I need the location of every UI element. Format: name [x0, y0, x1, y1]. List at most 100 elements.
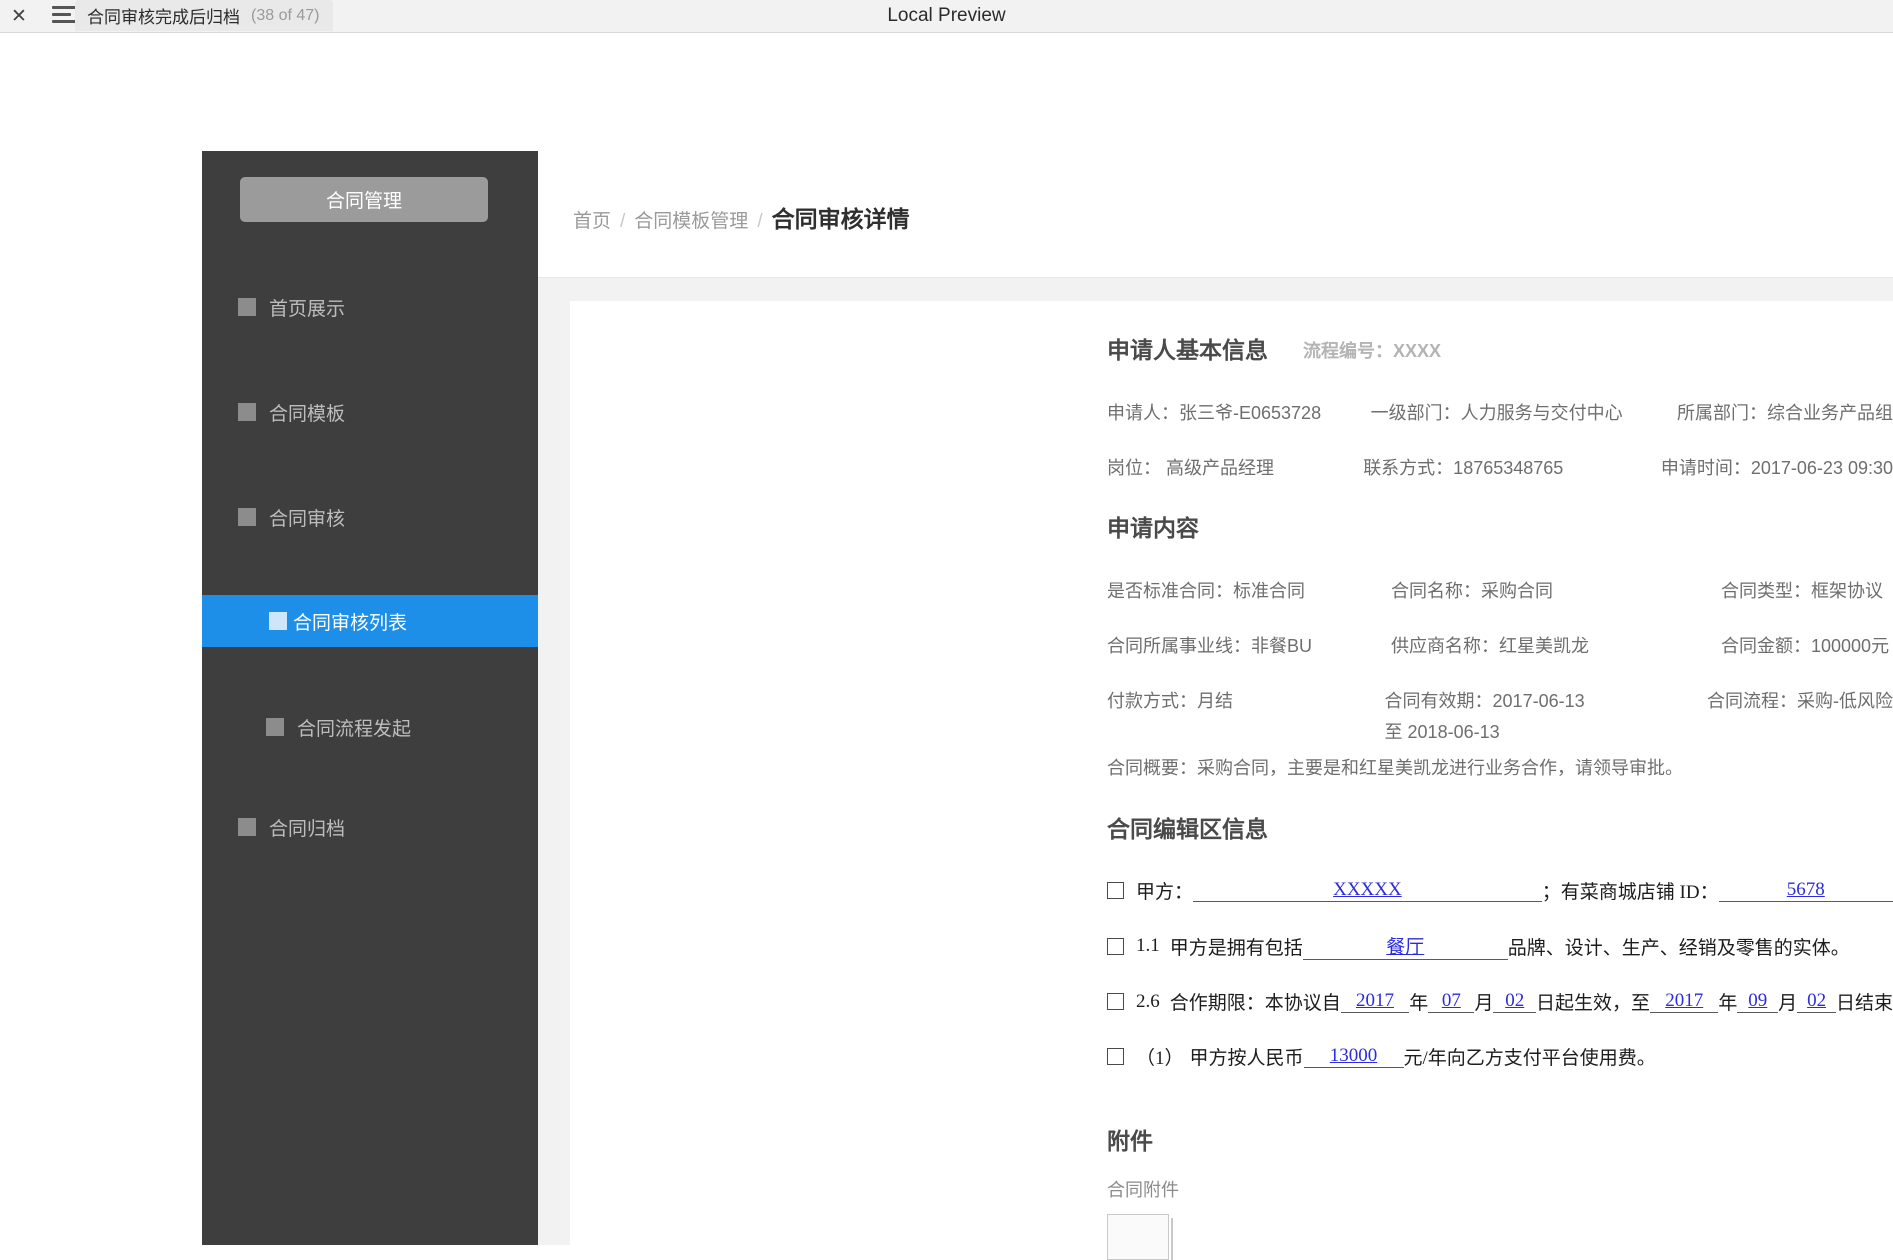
clause-checkbox[interactable] [1107, 1048, 1124, 1065]
start-year-input[interactable]: 2017 [1340, 990, 1410, 1013]
square-icon [266, 718, 284, 736]
field-business-line: 合同所属事业线：非餐BU [1107, 636, 1313, 656]
sidebar-item-label: 合同审核 [269, 508, 346, 530]
start-day-input[interactable]: 02 [1493, 990, 1536, 1013]
field-validity-end: 至 2018-06-13 [1384, 722, 1500, 742]
sidebar-item-review-list[interactable]: 合同审核列表 [202, 595, 545, 647]
main-content: 首页 / 合同模板管理 / 合同审核详情 申请人基本信息 流程编号：XXXX 申… [538, 151, 1893, 1260]
field-row: 付款方式：月结 合同有效期：2017-06-13 至 2018-06-13 合同… [1107, 687, 1893, 744]
sidebar: 合同管理 首页展示 合同模板 合同审核 合同审核列表 合同流程发起 合同归档 [202, 151, 545, 1245]
sidebar-brand-button[interactable]: 合同管理 [240, 177, 488, 222]
sidebar-item-flow-start[interactable]: 合同流程发起 [202, 701, 538, 753]
field-apply-time: 申请时间：2017-06-23 09:30 [1660, 458, 1893, 478]
attachment-thumbnail[interactable] [1107, 1214, 1169, 1260]
field-contract-type: 合同类型：框架协议 [1721, 581, 1883, 601]
end-month-input[interactable]: 09 [1737, 990, 1779, 1013]
year-unit: 年 [1718, 993, 1738, 1014]
sidebar-item-label: 合同审核列表 [293, 612, 408, 634]
field-primary-department: 一级部门：人力服务与交付中心 [1370, 403, 1623, 423]
sidebar-item-label: 合同流程发起 [297, 718, 412, 740]
clause-checkbox[interactable] [1107, 993, 1124, 1010]
start-month-input[interactable]: 07 [1428, 990, 1475, 1013]
sidebar-item-archive[interactable]: 合同归档 [202, 801, 538, 853]
breadcrumb: 首页 / 合同模板管理 / 合同审核详情 [573, 200, 910, 234]
end-day-input[interactable]: 02 [1797, 990, 1836, 1013]
clause-text: 甲方按人民币 [1189, 1048, 1304, 1069]
browser-chrome: Local Preview ✕ 合同审核完成后归档 (38 of 47) [0, 0, 1893, 33]
contract-clause-row: 甲方： XXXXX ；有菜商城店铺 ID： 5678 [1107, 877, 1893, 904]
flow-number: 流程编号：XXXX [1302, 341, 1441, 361]
clause-text: 甲方是拥有包括 [1169, 937, 1303, 959]
applicant-fields: 申请人：张三爷-E0653728 一级部门：人力服务与交付中心 所属部门：综合业… [1107, 399, 1893, 480]
content-fields: 是否标准合同：标准合同 合同名称：采购合同 合同类型：框架协议 合同所属事业线：… [1107, 577, 1893, 780]
breadcrumb-separator: / [620, 211, 626, 232]
section-title-attachment: 附件 [1107, 1128, 1153, 1154]
party-a-input[interactable]: XXXXX [1193, 879, 1542, 902]
sidebar-item-home[interactable]: 首页展示 [202, 281, 538, 333]
contract-clause-row: 1.1 甲方是拥有包括 餐厅 品牌、设计、生产、经销及零售的实体。 [1107, 932, 1893, 960]
page-title: 合同审核详情 [771, 206, 910, 232]
field-applicant: 申请人：张三爷-E0653728 [1107, 403, 1322, 423]
sidebar-item-label: 首页展示 [269, 298, 346, 320]
clause-label: 甲方： [1136, 882, 1194, 903]
year-unit: 年 [1409, 993, 1429, 1014]
clause-checkbox[interactable] [1107, 937, 1124, 955]
field-row: 岗位： 高级产品经理 联系方式：18765348765 申请时间：2017-06… [1107, 454, 1893, 480]
square-icon [238, 818, 256, 836]
contract-clause-row: （1） 甲方按人民币 13000 元/年向乙方支付平台使用费。 [1107, 1043, 1893, 1070]
section-title-content: 申请内容 [1107, 515, 1199, 541]
clause-text: 品牌、设计、生产、经销及零售的实体。 [1507, 937, 1850, 959]
field-is-standard: 是否标准合同：标准合同 [1107, 581, 1305, 601]
app-page: 合同管理 首页展示 合同模板 合同审核 合同审核列表 合同流程发起 合同归档 首… [0, 33, 1893, 1260]
clause-checkbox[interactable] [1107, 882, 1124, 899]
square-icon [238, 298, 256, 316]
field-row: 合同所属事业线：非餐BU 供应商名称：红星美凯龙 合同金额：100000元 [1107, 632, 1893, 658]
field-amount: 合同金额：100000元 [1721, 636, 1890, 656]
square-icon [238, 403, 256, 421]
section-title-applicant: 申请人基本信息 [1107, 337, 1268, 363]
project-pages-tab[interactable]: 合同审核完成后归档 (38 of 47) [75, 0, 334, 31]
attachment-label: 合同附件 [1107, 1180, 1179, 1200]
tab-title: 合同审核完成后归档 [87, 8, 240, 27]
contract-edit-area: 甲方： XXXXX ；有菜商城店铺 ID： 5678 1.1 甲方是拥有包括 餐… [1107, 877, 1893, 1070]
square-icon [269, 612, 287, 630]
clause-number: 1.1 [1136, 935, 1160, 956]
month-unit: 月 [1474, 993, 1494, 1014]
fee-input[interactable]: 13000 [1303, 1045, 1404, 1068]
sidebar-item-template[interactable]: 合同模板 [202, 386, 538, 438]
breadcrumb-parent[interactable]: 合同模板管理 [634, 206, 748, 233]
field-department: 所属部门：综合业务产品组 [1677, 403, 1893, 423]
month-unit: 月 [1778, 993, 1798, 1014]
square-icon [238, 508, 256, 526]
breadcrumb-separator: / [757, 211, 763, 232]
clause-text: 元/年向乙方支付平台使用费。 [1403, 1048, 1656, 1069]
section-title-edit-area: 合同编辑区信息 [1107, 816, 1268, 842]
field-position: 岗位： 高级产品经理 [1107, 458, 1275, 478]
field-summary: 合同概要：采购合同，主要是和红星美凯龙进行业务合作，请领导审批。 [1107, 758, 1683, 778]
clause-text: 合作期限：本协议自 [1169, 993, 1341, 1014]
sidebar-item-label: 合同模板 [269, 403, 346, 425]
field-row: 是否标准合同：标准合同 合同名称：采购合同 合同类型：框架协议 [1107, 577, 1893, 603]
breadcrumb-bar: 首页 / 合同模板管理 / 合同审核详情 [538, 151, 1893, 278]
clause-number: （1） [1136, 1048, 1184, 1069]
field-payment: 付款方式：月结 [1107, 691, 1233, 711]
field-row: 申请人：张三爷-E0653728 一级部门：人力服务与交付中心 所属部门：综合业… [1107, 399, 1893, 425]
sidebar-item-label: 合同归档 [269, 818, 346, 840]
field-supplier: 供应商名称：红星美凯龙 [1391, 636, 1589, 656]
tab-page-count: (38 of 47) [251, 6, 320, 24]
detail-card: 申请人基本信息 流程编号：XXXX 申请人：张三爷-E0653728 一级部门：… [570, 301, 1893, 1260]
shop-id-input[interactable]: 5678 [1718, 879, 1893, 902]
field-validity: 合同有效期：2017-06-13 至 2018-06-13 [1385, 687, 1707, 744]
field-contract-name: 合同名称：采购合同 [1391, 581, 1553, 601]
close-icon[interactable]: ✕ [5, 0, 33, 32]
clause-text: 日结束 [1835, 993, 1893, 1014]
field-flow: 合同流程：采购-低风险 [1707, 691, 1893, 711]
brand-input[interactable]: 餐厅 [1302, 932, 1508, 960]
end-year-input[interactable]: 2017 [1650, 990, 1719, 1013]
breadcrumb-home[interactable]: 首页 [573, 206, 611, 233]
clause-text: 日起生效，至 [1535, 993, 1650, 1014]
sidebar-item-review[interactable]: 合同审核 [202, 491, 538, 543]
field-contact: 联系方式：18765348765 [1363, 458, 1564, 478]
detail-document: 申请人基本信息 流程编号：XXXX 申请人：张三爷-E0653728 一级部门：… [1107, 331, 1893, 1260]
clause-text: ；有菜商城店铺 ID： [1541, 882, 1719, 903]
